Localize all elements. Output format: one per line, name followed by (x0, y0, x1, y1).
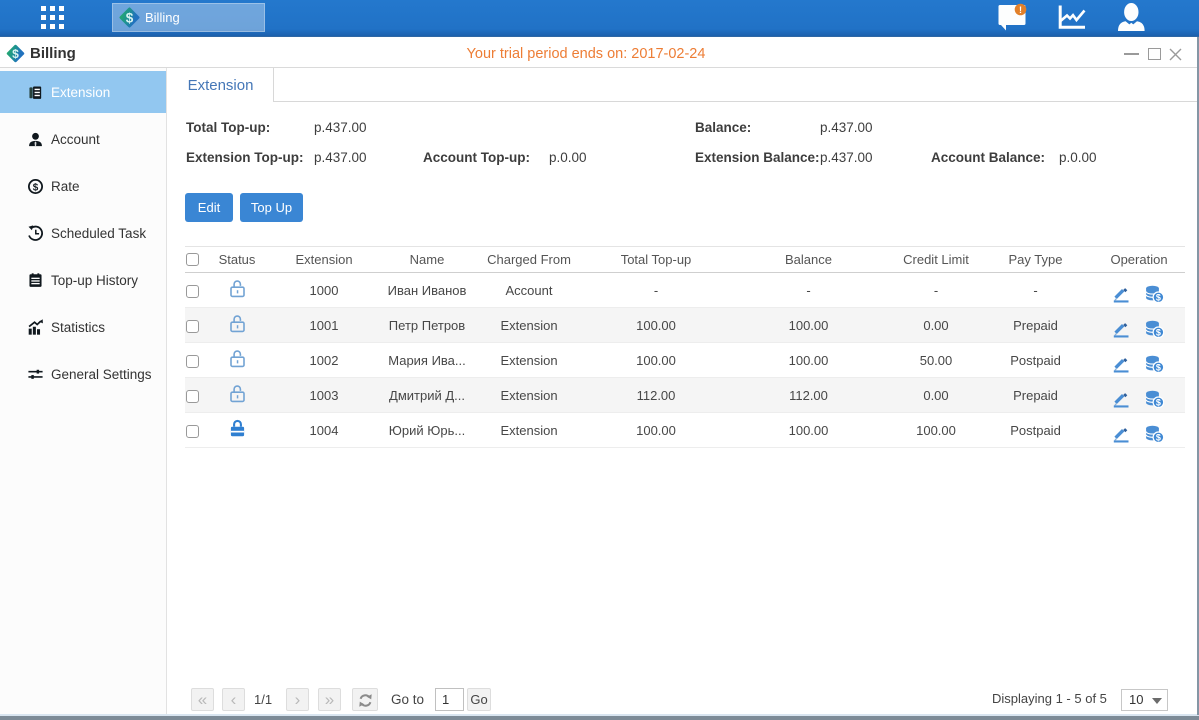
svg-text:$: $ (126, 10, 134, 25)
svg-text:$: $ (1156, 328, 1161, 338)
svg-text:$: $ (1156, 433, 1161, 443)
svg-text:$: $ (1156, 293, 1161, 303)
svg-text:!: ! (1019, 5, 1022, 15)
svg-text:$: $ (12, 47, 19, 61)
svg-text:$: $ (1156, 363, 1161, 373)
svg-text:$: $ (33, 182, 39, 193)
svg-text:$: $ (1156, 398, 1161, 408)
